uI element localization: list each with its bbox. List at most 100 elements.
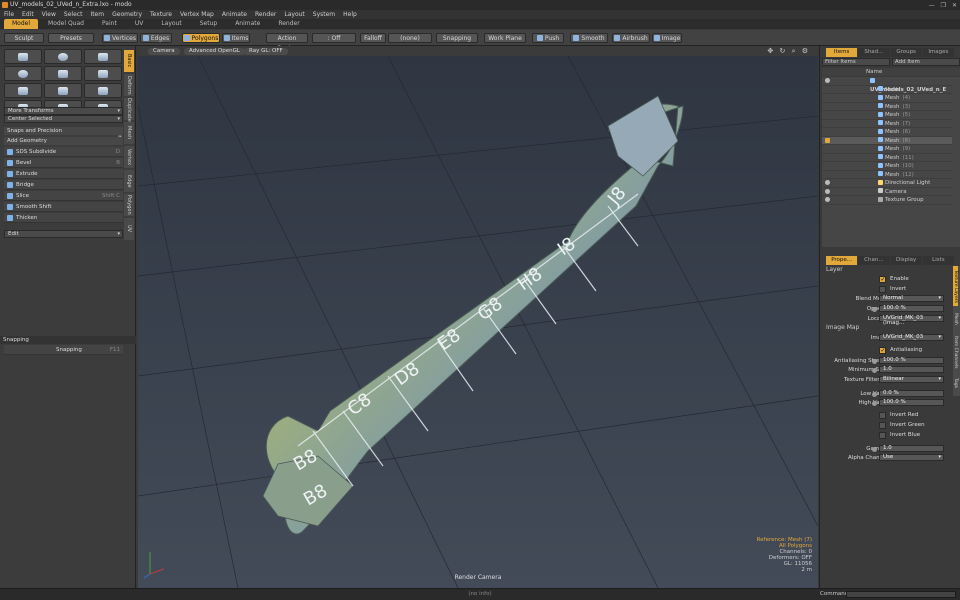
items-button[interactable]: Items <box>222 33 250 43</box>
menu-texture[interactable]: Texture <box>150 10 172 19</box>
menu-view[interactable]: View <box>42 10 56 19</box>
more-transforms-dropdown[interactable]: More Transforms <box>4 107 123 115</box>
list-item[interactable]: Mesh (4) <box>822 94 952 103</box>
sculpt-button[interactable]: Sculpt <box>4 33 44 43</box>
tab-properties[interactable]: Prope... <box>826 256 858 265</box>
side-tab-edge[interactable]: Edge <box>124 170 134 192</box>
menu-vertex-map[interactable]: Vertex Map <box>180 10 214 19</box>
gamma-field[interactable]: 1.0 <box>872 445 944 452</box>
text-tool[interactable] <box>84 66 122 81</box>
work-plane-button[interactable]: Work Plane <box>484 33 526 43</box>
menu-edit[interactable]: Edit <box>22 10 34 19</box>
shading-dropdown[interactable]: Advanced OpenGL <box>184 48 245 55</box>
side-tab-duplicate[interactable]: Duplicate <box>124 98 134 122</box>
bridge-button[interactable]: Bridge <box>4 180 123 190</box>
side-tab-tags[interactable]: Tags <box>953 372 958 394</box>
snapping-toggle[interactable]: Snapping F11 <box>4 345 123 355</box>
menu-select[interactable]: Select <box>64 10 83 19</box>
menu-system[interactable]: System <box>313 10 335 19</box>
visibility-eye-icon[interactable] <box>825 78 830 83</box>
smooth-button[interactable]: Smooth <box>570 33 608 43</box>
vertices-button[interactable]: Vertices <box>102 33 138 43</box>
side-tab-uv[interactable]: UV <box>124 218 134 240</box>
action-center-button[interactable]: Action Center <box>266 33 308 52</box>
list-item[interactable]: Mesh (6) <box>822 128 952 137</box>
scale-tool[interactable] <box>84 83 122 98</box>
presets-button[interactable]: Presets <box>48 33 94 43</box>
sphere-tool[interactable] <box>44 49 82 64</box>
viewport-nav-icons[interactable]: ✥ ↻ ⌕ ⚙ <box>767 47 810 56</box>
menu-animate[interactable]: Animate <box>222 10 247 19</box>
antialiasing-checkbox[interactable] <box>879 347 886 354</box>
side-tab-item-channels[interactable]: Item Channels <box>953 332 958 372</box>
side-tab-basic[interactable]: Basic <box>124 50 134 72</box>
menu-render[interactable]: Render <box>255 10 276 19</box>
tab-display[interactable]: Display <box>890 256 922 265</box>
center-selected-dropdown[interactable]: Center Selected <box>4 115 123 123</box>
bevel-button[interactable]: Bevel B <box>4 158 123 168</box>
smooth-shift-button[interactable]: Smooth Shift <box>4 202 123 212</box>
alpha-channel-dropdown[interactable]: Use <box>879 454 944 461</box>
locator-dropdown[interactable]: UVGrid_MK_03 (Imag... <box>879 315 944 326</box>
sds-subdivide-button[interactable]: SDS Subdivide D <box>4 147 123 157</box>
thicken-button[interactable]: Thicken <box>4 213 123 223</box>
invert-blue-checkbox[interactable] <box>879 432 886 439</box>
add-item-dropdown[interactable]: Add Item <box>892 58 960 66</box>
cone-tool[interactable] <box>84 49 122 64</box>
menu-geometry[interactable]: Geometry <box>112 10 142 19</box>
move-tool[interactable] <box>4 83 42 98</box>
list-item[interactable]: Mesh <box>822 86 952 94</box>
invert-green-checkbox[interactable] <box>879 422 886 429</box>
lock-icon[interactable] <box>825 137 830 143</box>
list-item[interactable]: UV_models_02_UVed_n_E <box>822 77 952 93</box>
filter-items-dropdown[interactable]: Filter Items <box>822 58 890 66</box>
list-item[interactable]: Mesh (9) <box>822 145 952 154</box>
list-item[interactable]: Mesh (5) <box>822 111 952 120</box>
tab-layout[interactable]: Layout <box>153 19 189 29</box>
list-item[interactable]: Texture Group <box>822 196 952 205</box>
slice-button[interactable]: Slice Shift C <box>4 191 123 201</box>
invert-checkbox[interactable] <box>879 286 886 293</box>
side-tab-polygon[interactable]: Polygon <box>124 194 134 216</box>
symmetry-dropdown[interactable]: : Off <box>312 33 356 43</box>
list-item-selected[interactable]: Mesh (8) <box>822 136 952 145</box>
tab-model-quad[interactable]: Model Quad <box>40 19 92 29</box>
snapping-button[interactable]: Snapping <box>436 33 478 43</box>
image-map-section-header[interactable]: Image Map <box>826 324 950 332</box>
falloff-button[interactable]: Falloff <box>360 33 386 43</box>
menu-layout[interactable]: Layout <box>284 10 304 19</box>
minimum-spot-field[interactable]: 1.0 <box>872 366 944 373</box>
camera-dropdown[interactable]: Camera <box>148 48 180 55</box>
tab-channels[interactable]: Chan... <box>858 256 890 265</box>
cube-tool[interactable] <box>4 49 42 64</box>
list-item[interactable]: Mesh (12) <box>822 171 952 179</box>
falloff-dropdown[interactable]: (none) <box>388 33 432 43</box>
rotate-tool[interactable] <box>44 83 82 98</box>
aa-strength-field[interactable]: 100.0 % <box>872 357 944 364</box>
push-button[interactable]: Push <box>532 33 564 43</box>
edit-dropdown[interactable]: Edit <box>4 230 123 238</box>
side-tab-texture-layers[interactable]: Texture Layers <box>953 266 958 306</box>
viewport-canvas[interactable]: B8 C8 D8 E8 G8 H8 I8 J8 B8 <box>138 46 818 588</box>
list-item[interactable]: Camera <box>822 188 952 196</box>
side-tab-deform[interactable]: Deform <box>124 74 134 96</box>
polygons-button[interactable]: Polygons <box>182 33 220 43</box>
command-input[interactable] <box>846 591 956 598</box>
side-tab-mesh-edit[interactable]: Mesh Edit <box>116 122 134 144</box>
list-item[interactable]: Mesh (11) <box>822 154 952 162</box>
invert-red-checkbox[interactable] <box>879 412 886 419</box>
list-item[interactable]: Directional Light <box>822 179 952 188</box>
tab-lists[interactable]: Lists <box>922 256 954 265</box>
tab-items[interactable]: Items <box>826 48 858 57</box>
high-value-field[interactable]: 100.0 % <box>872 399 944 406</box>
name-column-header[interactable]: Name <box>822 68 960 76</box>
menu-item[interactable]: Item <box>90 10 104 19</box>
pen-tool[interactable] <box>44 66 82 81</box>
edges-button[interactable]: Edges <box>140 33 172 43</box>
layer-section-header[interactable]: Layer <box>826 266 950 274</box>
image-dropdown[interactable]: UVGrid_MK_03 <box>879 334 944 341</box>
list-item[interactable]: Mesh (7) <box>822 120 952 128</box>
tab-setup[interactable]: Setup <box>192 19 225 29</box>
enable-checkbox[interactable] <box>879 276 886 283</box>
visibility-eye-icon[interactable] <box>825 180 830 185</box>
